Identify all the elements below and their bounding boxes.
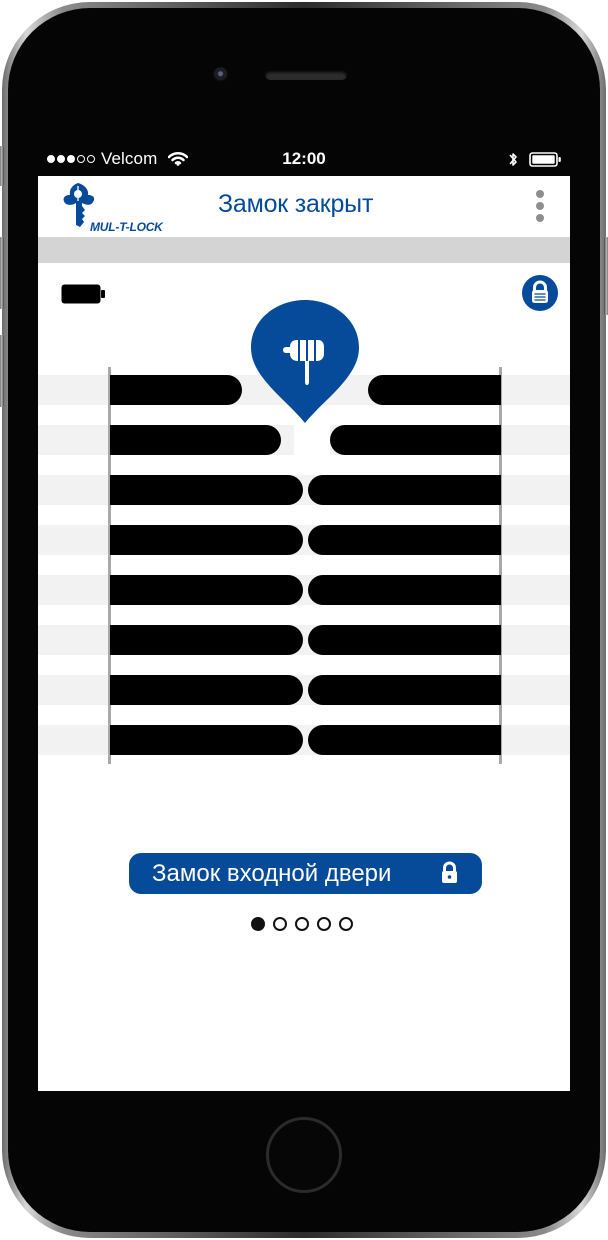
left-pin-4 [110, 525, 303, 555]
status-bar: Velcom 12:00 [38, 147, 570, 175]
touch-unlock-button[interactable] [251, 300, 359, 423]
right-pin-7 [308, 675, 501, 705]
right-pin-1 [368, 375, 501, 405]
pin-gap [294, 425, 330, 455]
page-dot[interactable] [339, 917, 353, 931]
vertical-dot-icon [536, 202, 544, 210]
right-pin-5 [308, 575, 501, 605]
locked-status-badge[interactable] [522, 275, 558, 311]
page-dot[interactable] [295, 917, 309, 931]
lock-icon [532, 280, 548, 303]
lock-icon [442, 861, 457, 883]
bluetooth-icon [509, 153, 517, 166]
left-pin-1 [110, 375, 242, 405]
vertical-dot-icon [536, 214, 544, 222]
front-door-lock-button[interactable]: Замок входной двери [129, 853, 482, 894]
status-time: 12:00 [282, 149, 326, 168]
left-pin-3 [110, 475, 303, 505]
home-button[interactable] [266, 1117, 342, 1193]
lock-visualization-panel: Замок входной двери [38, 263, 570, 1091]
front-camera-icon [213, 67, 228, 82]
page-dot[interactable] [273, 917, 287, 931]
earpiece-speaker [265, 70, 347, 80]
page-dot[interactable] [317, 917, 331, 931]
battery-status-icon [529, 152, 561, 167]
power-button [604, 237, 608, 315]
page-dot-active[interactable] [251, 917, 265, 931]
app-header: MUL-T-LOCK Замок закрыт [38, 176, 570, 237]
more-options-button[interactable] [526, 187, 554, 225]
right-pin-3 [308, 475, 501, 505]
lock-name-label: Замок входной двери [152, 860, 392, 887]
volume-up-button [0, 237, 4, 309]
logo-text: MUL-T-LOCK [90, 220, 163, 234]
left-pin-8 [110, 725, 303, 755]
left-pin-2 [110, 425, 281, 455]
mul-t-lock-logo: MUL-T-LOCK [58, 181, 180, 234]
right-pin-2 [330, 425, 501, 455]
left-pin-7 [110, 675, 303, 705]
app-screen: MUL-T-LOCK Замок закрыт Замок входной дв… [38, 176, 570, 1091]
vertical-dot-icon [536, 190, 544, 198]
lock-page-indicator [251, 915, 361, 933]
page-title: Замок закрыт [218, 190, 374, 218]
right-pin-6 [308, 625, 501, 655]
volume-down-button [0, 335, 4, 407]
left-pin-6 [110, 625, 303, 655]
left-pin-5 [110, 575, 303, 605]
right-pin-4 [308, 525, 501, 555]
mute-switch [0, 146, 4, 186]
battery-icon [61, 284, 105, 304]
right-pin-8 [308, 725, 501, 755]
header-divider-strip [38, 237, 570, 263]
